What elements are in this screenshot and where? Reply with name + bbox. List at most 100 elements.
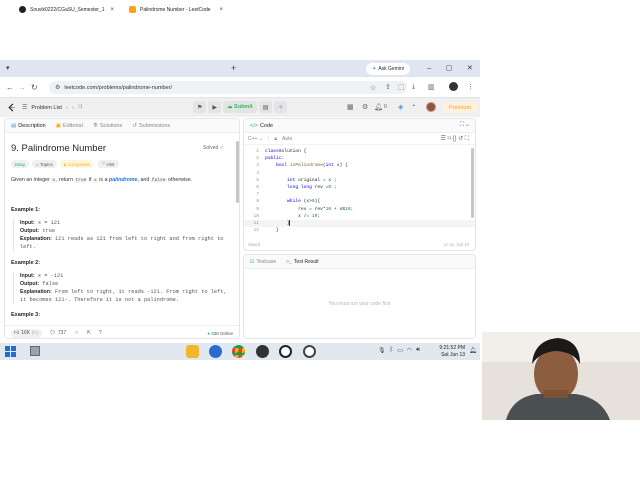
maximize-icon[interactable]: ▢ (446, 64, 453, 72)
code-line[interactable]: 2 public: (244, 155, 475, 162)
star-icon[interactable]: ☆ (74, 330, 78, 336)
maximize-panel-icon[interactable]: ⛶ ⌄ (460, 122, 469, 129)
palindrome-link[interactable]: palindrome (109, 177, 138, 183)
code-line[interactable]: 12 } (244, 227, 475, 234)
premium-button[interactable]: Premium (443, 102, 477, 113)
code-scrollbar[interactable] (471, 148, 474, 218)
minimize-icon[interactable]: – (427, 65, 431, 72)
obs-app-icon[interactable] (256, 345, 269, 358)
code-line[interactable]: 9 rev = rev*10 + x%10; (244, 206, 475, 213)
mode-label[interactable]: Auto (282, 136, 292, 142)
streak-icon[interactable]: ◈ (398, 103, 403, 111)
code-line[interactable]: 7 (244, 191, 475, 198)
system-tray[interactable]: 🎙︎ ᛒ ▭ ◠ 🔊︎ (378, 347, 420, 354)
file-explorer-icon[interactable] (186, 345, 199, 358)
forward-icon[interactable]: → (18, 83, 26, 92)
debug-button[interactable]: ⚑ (193, 101, 207, 113)
reload-icon[interactable]: ↻ (31, 83, 38, 92)
volume-icon[interactable]: 🔊︎ (416, 347, 420, 354)
windows-start-icon[interactable] (5, 346, 16, 357)
mic-icon[interactable]: 🎙︎ (378, 347, 386, 354)
problem-list-label: Problem List (31, 104, 62, 111)
bluetooth-icon[interactable]: ᛒ (390, 347, 394, 354)
thumbs-down-icon[interactable]: |👎︎ (32, 330, 38, 336)
prev-problem-icon[interactable]: ‹ (66, 105, 68, 111)
next-problem-icon[interactable]: › (72, 105, 74, 111)
code-line[interactable]: 11 } (244, 220, 475, 228)
share-icon[interactable]: ⇱ (87, 330, 91, 336)
ask-gemini-button[interactable]: ✦ Ask Gemini (366, 63, 410, 75)
settings-gear-icon[interactable]: ⚙ (362, 103, 368, 111)
problem-title[interactable]: 9. Palindrome Number (11, 143, 106, 154)
code-line[interactable]: 6 long long rev =0 ; (244, 184, 475, 191)
run-button[interactable]: ▶ (208, 101, 222, 113)
hint-tag[interactable]: ♡ Hint (97, 160, 119, 168)
browser-tab-github[interactable]: Souvik0222/CGaSU_Semester_1 × (14, 2, 119, 17)
code-line[interactable]: 10 x /= 10; (244, 213, 475, 220)
user-avatar[interactable] (426, 102, 436, 112)
chrome-app-icon[interactable] (232, 345, 245, 358)
notes-button[interactable]: ▤ (258, 101, 273, 113)
like-button[interactable]: 👍︎ 16K |👎︎ (11, 328, 42, 338)
companies-tag[interactable]: 🔒︎ Companies (59, 160, 95, 168)
desktop-app-icon[interactable] (30, 346, 40, 356)
shuffle-icon[interactable]: ⤨ (78, 104, 82, 111)
description-scrollbar[interactable] (236, 141, 239, 203)
close-tab-icon[interactable]: × (107, 7, 114, 13)
taskbar-clock[interactable]: 9:21:52 PM Sat Jun 13 (434, 345, 465, 358)
topics-tag[interactable]: ⌂ Topics (32, 160, 57, 168)
comment-icon[interactable]: 💬︎ (50, 330, 56, 336)
url-field[interactable]: ⚙ leetcode.com/problems/palindrome-numbe… (49, 81, 407, 94)
tab-test-result[interactable]: >_ Test Result (286, 259, 318, 265)
close-tab-icon[interactable]: × (216, 7, 223, 13)
code-line[interactable]: 1 classSolution { (244, 148, 475, 155)
terminal-icon: >_ (286, 258, 292, 265)
downloads-icon[interactable]: ⤓ (412, 83, 415, 91)
layout-icon[interactable]: ▦ (347, 103, 354, 111)
tab-submissions[interactable]: ↺ Submissions (132, 123, 170, 129)
sidepanel-icon[interactable]: ▥ (428, 83, 435, 91)
openai-app-icon[interactable] (303, 345, 316, 358)
notification-bell-icon[interactable]: 🔔︎ (469, 347, 477, 354)
code-line[interactable]: 5 int original = x ; (244, 177, 475, 184)
code-editor[interactable]: 1 classSolution {2 public: 3 bool isPalindr… (244, 148, 475, 240)
tab-editorial[interactable]: ▣ Editorial (56, 123, 83, 129)
chatgpt-app-icon[interactable] (279, 345, 292, 358)
text-cursor (289, 220, 290, 226)
close-window-icon[interactable]: ✕ (467, 64, 473, 72)
help-icon[interactable]: ? (99, 330, 102, 336)
code-line[interactable]: 8 while (x>0){ (244, 198, 475, 205)
profile-avatar[interactable] (449, 82, 458, 91)
output-label: Output: (20, 228, 40, 234)
extensions-icon[interactable]: ⬚ (398, 83, 405, 91)
tab-list-icon[interactable]: ▾ (6, 64, 10, 72)
chrome-menu-icon[interactable]: ⋮ (467, 83, 474, 91)
problem-list-nav[interactable]: ☰ Problem List ‹ › ⤨ (22, 104, 82, 111)
tab-label: Editorial (62, 122, 83, 129)
site-info-icon[interactable]: ⚙ (55, 84, 60, 91)
leetcode-logo-icon[interactable] (7, 103, 16, 112)
settings-app-icon[interactable] (209, 345, 222, 358)
url-text: leetcode.com/problems/palindrome-number/ (64, 84, 172, 91)
notifications[interactable]: 🔔︎ 0 (374, 103, 387, 111)
browser-tab-leetcode[interactable]: Palindrome Number - LeetCode × (124, 2, 228, 17)
bookmark-star-icon[interactable]: ☆ (370, 84, 376, 92)
back-icon[interactable]: ← (6, 83, 14, 92)
code-line[interactable]: 3 bool isPalindrome(int x) { (244, 162, 475, 169)
share-icon[interactable]: ⇪ (385, 83, 391, 91)
code-line[interactable]: 4 (244, 170, 475, 177)
wifi-icon[interactable]: ◠ (407, 347, 412, 354)
ai-assist-button[interactable]: ✧ (274, 101, 288, 113)
tab-solutions[interactable]: ⚗ Solutions (93, 123, 123, 129)
language-select[interactable]: C++ ⌄ (248, 136, 263, 142)
ask-gemini-label: Ask Gemini (378, 66, 404, 72)
submit-button[interactable]: ☁ Submit (223, 101, 257, 113)
tab-testcase[interactable]: ☑ Testcase (250, 259, 276, 265)
new-tab-button[interactable]: + (231, 63, 236, 73)
sparkle-icon: ✧ (278, 104, 284, 111)
tab-description[interactable]: ▤ Description (11, 123, 46, 129)
monitor-icon[interactable]: ▭ (397, 347, 403, 354)
editor-actions[interactable]: ☰ ⌑ {} ↺ ⛶ (441, 135, 469, 143)
timer-icon[interactable]: ◔ (411, 103, 415, 110)
online-label: 338 Online (211, 330, 233, 336)
